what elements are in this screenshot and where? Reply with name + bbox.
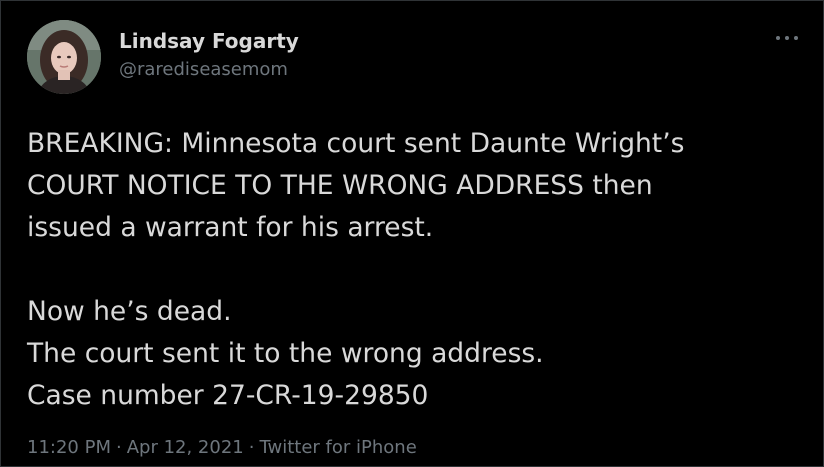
tweet-metadata: 11:20 PM · Apr 12, 2021 · Twitter for iPhone	[27, 437, 417, 458]
tweet-timestamp-date[interactable]: Apr 12, 2021	[127, 437, 244, 458]
more-horizontal-icon	[794, 36, 798, 40]
more-options-button[interactable]	[772, 28, 802, 48]
meta-separator: ·	[248, 437, 255, 458]
meta-separator: ·	[115, 437, 122, 458]
tweet-text: BREAKING: Minnesota court sent Daunte Wr…	[27, 123, 807, 417]
author-handle[interactable]: @rarediseasemom	[119, 59, 288, 80]
tweet-text-line: The court sent it to the wrong address.	[27, 338, 544, 369]
tweet-text-line: Case number 27-CR-19-29850	[27, 380, 429, 411]
tweet-text-line: COURT NOTICE TO THE WRONG ADDRESS then	[27, 170, 653, 201]
author-display-name[interactable]: Lindsay Fogarty	[119, 29, 299, 53]
more-horizontal-icon	[785, 36, 789, 40]
more-horizontal-icon	[776, 36, 780, 40]
tweet-text-line: BREAKING: Minnesota court sent Daunte Wr…	[27, 128, 685, 159]
avatar[interactable]	[27, 20, 101, 94]
avatar-photo	[27, 20, 101, 94]
tweet-text-line: issued a warrant for his arrest.	[27, 212, 434, 243]
tweet-text-line: Now he’s dead.	[27, 296, 232, 327]
tweet-timestamp-time[interactable]: 11:20 PM	[27, 437, 111, 458]
tweet-card: Lindsay Fogarty @rarediseasemom BREAKING…	[0, 0, 824, 467]
tweet-source-link[interactable]: Twitter for iPhone	[259, 437, 416, 458]
